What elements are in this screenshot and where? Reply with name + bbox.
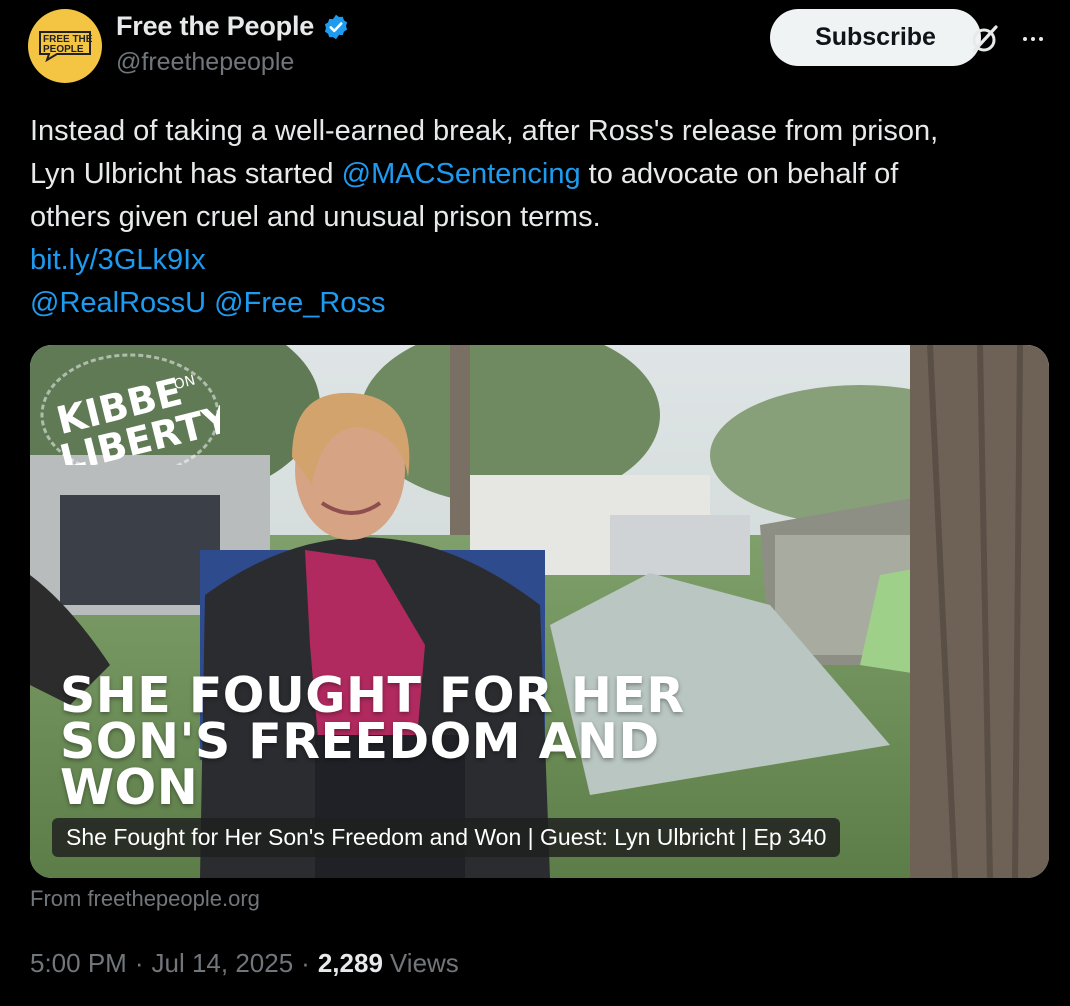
- views-count: 2,289: [317, 948, 383, 978]
- link-card-media[interactable]: SHE FOUGHT FOR HER SON'S FREEDOM AND WON…: [30, 345, 1049, 878]
- post-line-1: Instead of taking a well-earned break, a…: [30, 115, 939, 147]
- post-meta: 5:00 PM · Jul 14, 2025 · 2,289 Views: [30, 948, 459, 979]
- post-line-2-start: Lyn Ulbricht has started: [30, 158, 342, 190]
- avatar[interactable]: FREE THE PEOPLE: [28, 9, 102, 83]
- post-date[interactable]: Jul 14, 2025: [152, 948, 294, 979]
- headline-line-3: WON: [60, 759, 199, 816]
- mention-free-ross[interactable]: @Free_Ross: [214, 287, 385, 319]
- free-the-people-logo: FREE THE PEOPLE: [39, 31, 93, 62]
- post-header: FREE THE PEOPLE Free the People @freethe…: [0, 0, 1070, 100]
- meta-separator: ·: [134, 948, 144, 978]
- kibbe-on-liberty-logo: KIBBE ON LIBERTY: [40, 353, 220, 465]
- post-url-link[interactable]: bit.ly/3GLk9Ix: [30, 244, 206, 276]
- meta-separator: ·: [301, 948, 310, 978]
- views-label: Views: [389, 948, 459, 978]
- post-line-2-end: to advocate on behalf of: [580, 158, 899, 190]
- verified-badge-icon[interactable]: [322, 13, 350, 41]
- card-source[interactable]: From freethepeople.org: [30, 886, 260, 912]
- logo-line2: PEOPLE: [43, 44, 84, 55]
- mention-macsentencing[interactable]: @MACSentencing: [342, 158, 581, 190]
- display-name[interactable]: Free the People: [116, 11, 314, 42]
- author-handle[interactable]: @freethepeople: [116, 48, 294, 77]
- post-text: Instead of taking a well-earned break, a…: [30, 110, 1040, 325]
- mentions-line: @RealRossU @Free_Ross: [30, 282, 1040, 325]
- name-row: Free the People: [116, 11, 350, 42]
- post-url-line: bit.ly/3GLk9Ix: [30, 239, 1040, 282]
- thumbnail-headline: SHE FOUGHT FOR HER SON'S FREEDOM AND WON: [60, 671, 685, 816]
- grok-icon[interactable]: [968, 22, 1002, 56]
- subscribe-button[interactable]: Subscribe: [770, 9, 981, 66]
- post-line-3: others given cruel and unusual prison te…: [30, 201, 601, 233]
- card-title-caption[interactable]: She Fought for Her Son's Freedom and Won…: [52, 818, 841, 857]
- post-line-2: Lyn Ulbricht has started @MACSentencing …: [30, 153, 1040, 196]
- more-icon[interactable]: [1016, 24, 1050, 54]
- mention-realrossu[interactable]: @RealRossU: [30, 287, 206, 319]
- post-time[interactable]: 5:00 PM: [30, 948, 127, 979]
